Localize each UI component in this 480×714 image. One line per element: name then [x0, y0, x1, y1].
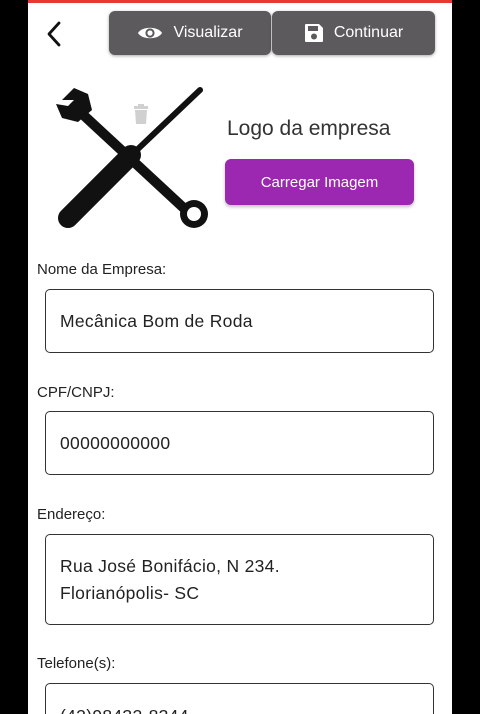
address-label: Endereço: — [37, 506, 106, 523]
visualizar-label: Visualizar — [173, 24, 243, 41]
upload-image-label: Carregar Imagem — [260, 173, 379, 191]
back-button[interactable] — [40, 18, 68, 50]
company-logo-image[interactable] — [48, 80, 210, 232]
save-icon — [304, 24, 323, 42]
continuar-button[interactable]: Continuar — [272, 11, 435, 55]
document-value: 00000000000 — [60, 432, 171, 453]
app-screen: Visualizar Continuar Logo da empresa Car… — [28, 0, 452, 714]
visualizar-button[interactable]: Visualizar — [109, 11, 271, 55]
status-line — [28, 0, 452, 3]
delete-logo-icon[interactable] — [133, 104, 149, 124]
company-name-label: Nome da Empresa: — [37, 261, 167, 278]
eye-icon — [138, 27, 163, 39]
document-field[interactable]: 00000000000 — [45, 411, 434, 475]
phone-value: (42)98432-8344 — [60, 706, 189, 714]
continuar-label: Continuar — [333, 24, 404, 41]
phone-field[interactable]: (42)98432-8344 — [45, 683, 434, 714]
chevron-left-icon — [47, 21, 61, 47]
logo-label: Logo da empresa — [227, 117, 391, 140]
phone-label: Telefone(s): — [37, 655, 116, 672]
address-line2: Florianópolis- SC — [60, 582, 200, 603]
wrench-screwdriver-icon — [56, 87, 208, 228]
document-label: CPF/CNPJ: — [37, 384, 115, 401]
company-name-field[interactable]: Mecânica Bom de Roda — [45, 289, 434, 353]
company-name-value: Mecânica Bom de Roda — [60, 310, 253, 331]
address-line1: Rua José Bonifácio, N 234. — [60, 555, 280, 576]
address-field[interactable]: Rua José Bonifácio, N 234. Florianópolis… — [45, 534, 434, 625]
upload-image-button[interactable]: Carregar Imagem — [225, 159, 414, 205]
